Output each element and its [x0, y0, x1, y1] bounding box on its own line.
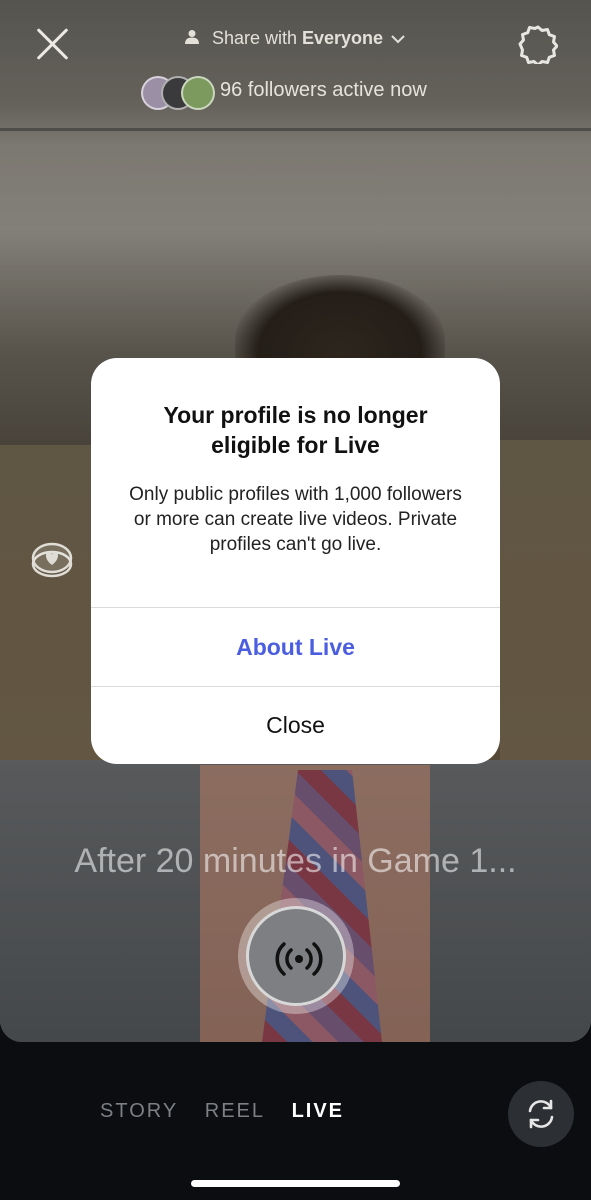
heart-badge-icon[interactable] [30, 540, 74, 580]
share-prefix: Share with [211, 28, 297, 48]
mode-live[interactable]: LIVE [292, 1100, 344, 1123]
followers-active-text: 96 followers active now [220, 79, 427, 101]
gear-icon[interactable] [518, 24, 558, 64]
camera-flip-button[interactable] [508, 1081, 574, 1147]
share-audience: Everyone [302, 28, 384, 48]
chevron-down-icon [391, 35, 405, 44]
share-audience-selector[interactable]: Share with Everyone [0, 28, 591, 49]
ineligible-live-dialog: Your profile is no longer eligible for L… [91, 358, 500, 764]
follower-avatar [181, 76, 215, 110]
dialog-message: Only public profiles with 1,000 follower… [129, 484, 462, 555]
go-live-button-inner [246, 906, 346, 1006]
camera-flip-icon [528, 1099, 554, 1129]
follower-avatars [141, 76, 215, 110]
home-indicator[interactable] [191, 1180, 400, 1187]
mode-reel[interactable]: REEL [205, 1100, 265, 1123]
live-camera-screen: Share with Everyone 96 followers active … [0, 0, 591, 1200]
close-dialog-button[interactable]: Close [91, 687, 500, 764]
person-icon [184, 30, 199, 44]
go-live-button[interactable] [238, 898, 354, 1014]
mode-story[interactable]: STORY [100, 1100, 178, 1123]
camera-mode-selector: STORY REEL LIVE [100, 1100, 363, 1123]
dialog-title: Your profile is no longer eligible for L… [163, 402, 428, 458]
about-live-button[interactable]: About Live [91, 608, 500, 686]
live-title-caption[interactable]: After 20 minutes in Game 1... [0, 842, 591, 881]
live-broadcast-icon [275, 942, 323, 976]
